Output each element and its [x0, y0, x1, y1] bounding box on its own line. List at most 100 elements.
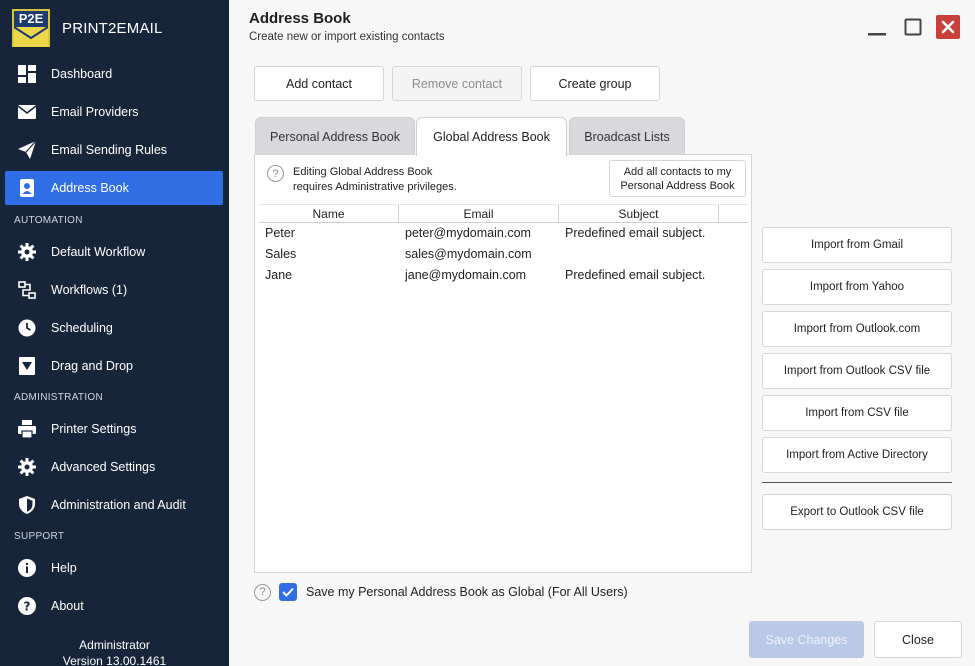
sidebar-item-drag-and-drop[interactable]: Drag and Drop [5, 349, 223, 383]
envelope-icon [18, 103, 36, 121]
table-row[interactable]: Jane jane@mydomain.com Predefined email … [259, 265, 748, 286]
sidebar-item-default-workflow[interactable]: Default Workflow [5, 235, 223, 269]
sidebar: P2E PRINT2EMAIL Dashboard Email Provider… [0, 0, 229, 666]
save-changes-button[interactable]: Save Changes [749, 621, 864, 658]
help-icon[interactable]: ? [267, 165, 284, 182]
sidebar-item-administration-and-audit[interactable]: Administration and Audit [5, 488, 223, 522]
cell-name: Sales [265, 247, 297, 261]
envelope-logo-icon [13, 26, 49, 47]
sidebar-item-label: Administration and Audit [51, 498, 186, 512]
create-group-button[interactable]: Create group [530, 66, 660, 101]
sidebar-item-advanced-settings[interactable]: Advanced Settings [5, 450, 223, 484]
svg-text:?: ? [24, 600, 31, 614]
save-global-option: ? Save my Personal Address Book as Globa… [254, 583, 628, 601]
section-administration: ADMINISTRATION [14, 392, 104, 403]
clock-icon [18, 319, 36, 337]
privilege-notice: ? Editing Global Address Book requires A… [267, 165, 483, 195]
import-gmail-button[interactable]: Import from Gmail [762, 227, 952, 263]
column-header-subject[interactable]: Subject [559, 205, 719, 222]
user-info: Administrator Version 13.00.1461 [0, 637, 229, 666]
drop-icon [18, 357, 36, 375]
save-global-checkbox[interactable] [279, 583, 297, 601]
gear-icon [18, 458, 36, 476]
sidebar-item-address-book[interactable]: Address Book [5, 171, 223, 205]
cell-subject: Predefined email subject. [565, 226, 706, 240]
close-button[interactable]: Close [874, 621, 962, 658]
contact-card-icon [18, 179, 36, 197]
sidebar-item-label: Help [51, 561, 77, 575]
sidebar-item-label: Email Providers [51, 105, 139, 119]
import-outlook-com-button[interactable]: Import from Outlook.com [762, 311, 952, 347]
contacts-table: Name Email Subject Peter peter@mydomain.… [259, 204, 748, 286]
import-active-directory-button[interactable]: Import from Active Directory [762, 437, 952, 473]
cell-email: peter@mydomain.com [405, 226, 531, 240]
add-contact-button[interactable]: Add contact [254, 66, 384, 101]
printer-icon [18, 420, 36, 438]
cell-email: jane@mydomain.com [405, 268, 527, 282]
sidebar-item-label: Scheduling [51, 321, 113, 335]
checkmark-icon [282, 587, 294, 597]
cell-name: Peter [265, 226, 295, 240]
logo-text: P2E [18, 11, 44, 26]
close-icon [936, 15, 960, 39]
maximize-icon [904, 18, 922, 36]
sidebar-item-label: Workflows (1) [51, 283, 128, 297]
sidebar-item-label: Dashboard [51, 67, 113, 81]
brand: P2E PRINT2EMAIL [12, 9, 163, 47]
import-yahoo-button[interactable]: Import from Yahoo [762, 269, 952, 305]
page-subtitle: Create new or import existing contacts [249, 31, 445, 43]
close-window-button[interactable] [936, 15, 960, 39]
export-outlook-csv-button[interactable]: Export to Outlook CSV file [762, 494, 952, 530]
administration-nav: Printer Settings Advanced Settings Admin… [5, 412, 223, 522]
tab-broadcast-lists[interactable]: Broadcast Lists [569, 117, 685, 155]
column-header-extra [719, 205, 748, 222]
save-global-label[interactable]: Save my Personal Address Book as Global … [306, 585, 628, 599]
add-all-contacts-button[interactable]: Add all contacts to my Personal Address … [609, 160, 746, 197]
table-row[interactable]: Sales sales@mydomain.com [259, 244, 748, 265]
add-all-line1: Add all contacts to my [623, 165, 732, 178]
column-header-name[interactable]: Name [259, 205, 399, 222]
import-divider [762, 482, 952, 483]
tab-global-address-book[interactable]: Global Address Book [416, 117, 567, 156]
section-automation: AUTOMATION [14, 215, 83, 226]
import-outlook-csv-button[interactable]: Import from Outlook CSV file [762, 353, 952, 389]
sidebar-item-label: Default Workflow [51, 245, 146, 259]
sidebar-item-label: Email Sending Rules [51, 143, 168, 157]
sidebar-item-email-providers[interactable]: Email Providers [5, 95, 223, 129]
sidebar-item-label: Drag and Drop [51, 359, 133, 373]
cell-name: Jane [265, 268, 293, 282]
sidebar-item-help[interactable]: Help [5, 551, 223, 585]
import-csv-button[interactable]: Import from CSV file [762, 395, 952, 431]
sidebar-item-label: Printer Settings [51, 422, 137, 436]
tab-personal-address-book[interactable]: Personal Address Book [255, 117, 415, 155]
privilege-text-line2: requires Administrative privileges. [293, 181, 457, 193]
table-row[interactable]: Peter peter@mydomain.com Predefined emai… [259, 223, 748, 244]
sidebar-item-printer-settings[interactable]: Printer Settings [5, 412, 223, 446]
dashboard-icon [18, 65, 36, 83]
gear-icon [18, 243, 36, 261]
sidebar-item-about[interactable]: ? About [5, 589, 223, 623]
privilege-text-line1: Editing Global Address Book [293, 166, 433, 178]
main-content: Address Book Create new or import existi… [229, 0, 975, 666]
question-icon: ? [18, 597, 36, 615]
user-name: Administrator [79, 638, 150, 652]
remove-contact-button[interactable]: Remove contact [392, 66, 522, 101]
support-nav: Help ? About [5, 551, 223, 623]
maximize-button[interactable] [901, 15, 925, 39]
automation-nav: Default Workflow Workflows (1) Schedulin… [5, 235, 223, 383]
help-icon[interactable]: ? [254, 583, 271, 601]
minimize-button[interactable] [865, 15, 889, 39]
info-icon [18, 559, 36, 577]
cell-subject [559, 244, 719, 265]
sidebar-item-dashboard[interactable]: Dashboard [5, 57, 223, 91]
column-header-email[interactable]: Email [399, 205, 559, 222]
cell-email: sales@mydomain.com [405, 247, 532, 261]
sidebar-item-workflows[interactable]: Workflows (1) [5, 273, 223, 307]
privilege-text: Editing Global Address Book requires Adm… [293, 165, 483, 195]
app-version: Version 13.00.1461 [62, 654, 167, 666]
section-support: SUPPORT [14, 531, 65, 542]
main-nav: Dashboard Email Providers Email Sending … [5, 57, 223, 205]
sidebar-item-scheduling[interactable]: Scheduling [5, 311, 223, 345]
sidebar-item-email-sending-rules[interactable]: Email Sending Rules [5, 133, 223, 167]
address-book-panel: ? Editing Global Address Book requires A… [254, 154, 752, 573]
